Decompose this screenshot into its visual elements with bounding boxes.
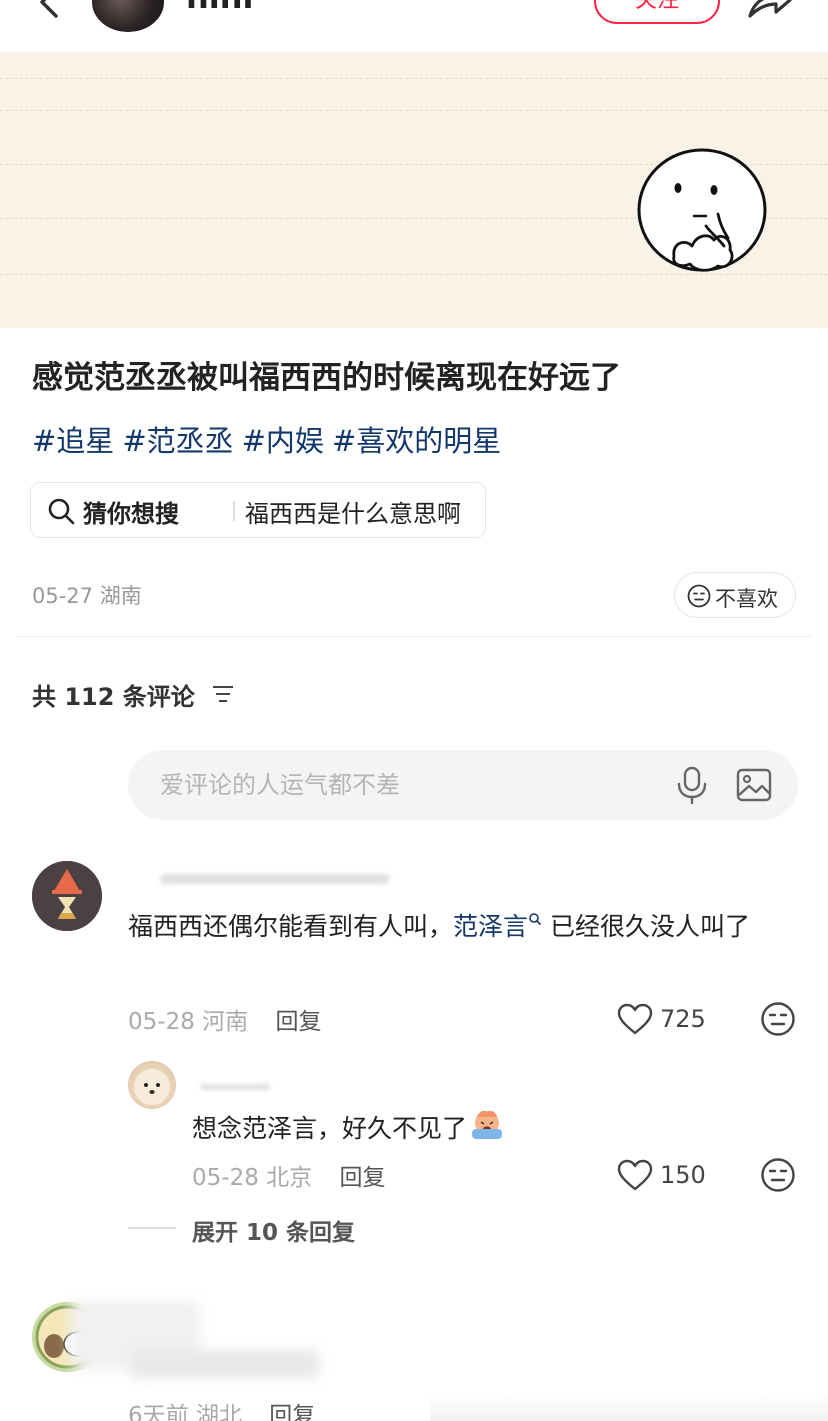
commenter-name-obscured: [160, 874, 390, 884]
dislike-label: 不喜欢: [715, 587, 778, 611]
post-image[interactable]: [0, 52, 828, 328]
hourglass-avatar-image: [32, 861, 102, 931]
comment-meta: 6天前 湖北 回复: [128, 1396, 315, 1421]
mention-link[interactable]: 范泽言: [453, 912, 542, 941]
tag-link[interactable]: #喜欢的明星: [332, 424, 501, 458]
search-icon: [529, 913, 542, 926]
tag-link[interactable]: #范丞丞: [122, 424, 233, 458]
comment-input-box[interactable]: [128, 750, 798, 820]
reply-button[interactable]: 回复: [275, 1009, 321, 1035]
post-tags: #追星 #范丞丞 #内娱 #喜欢的明星: [32, 418, 509, 460]
divider: [233, 501, 235, 521]
search-suggestion[interactable]: 猜你想搜 福西西是什么意思啊: [30, 482, 486, 538]
search-icon: [48, 498, 75, 525]
chevron-left-icon[interactable]: [28, 0, 68, 26]
sort-icon[interactable]: [212, 684, 234, 704]
author-avatar[interactable]: [92, 0, 164, 32]
reply-meta: 05-28 北京 回复: [192, 1158, 385, 1192]
replier-avatar[interactable]: [128, 1061, 176, 1109]
reply-button[interactable]: 回复: [269, 1403, 315, 1421]
meh-face-icon: [687, 584, 711, 608]
meh-face-icon[interactable]: [760, 1157, 796, 1193]
follow-button[interactable]: 关注: [594, 0, 720, 24]
heart-icon[interactable]: [617, 1159, 653, 1191]
expand-replies-button[interactable]: 展开 10 条回复: [192, 1213, 355, 1247]
post-location: 湖南: [99, 584, 142, 608]
comment-count: 共 112 条评论: [32, 683, 195, 711]
section-divider: [16, 636, 812, 637]
tag-link[interactable]: #内娱: [242, 424, 324, 458]
thinking-face-doodle: [637, 148, 767, 272]
comment-date: 05-28: [128, 1009, 195, 1035]
puppy-avatar-image: [134, 1069, 170, 1105]
reply-date: 05-28: [192, 1165, 259, 1191]
replier-name-obscured: [200, 1084, 270, 1090]
microphone-icon[interactable]: [674, 766, 710, 804]
author-name[interactable]: nini: [186, 0, 254, 16]
meh-face-icon[interactable]: [760, 1001, 796, 1037]
commenter-avatar[interactable]: [32, 861, 102, 931]
suggest-label: 猜你想搜: [83, 500, 179, 528]
comment-location: 湖北: [195, 1403, 242, 1421]
post-title: 感觉范丞丞被叫福西西的时候离现在好远了: [32, 360, 621, 396]
bottom-bar-fade: [430, 1392, 828, 1421]
top-bar: nini 关注: [0, 0, 828, 52]
comment-meta: 05-28 河南 回复: [128, 1002, 321, 1036]
reply-text: 想念范泽言，好久不见了: [192, 1107, 505, 1150]
reply-location: 北京: [266, 1165, 313, 1191]
tag-link[interactable]: #追星: [32, 424, 114, 458]
obscured-comment-text: [130, 1350, 320, 1378]
suggest-query: 福西西是什么意思啊: [245, 500, 461, 528]
like-count: 725: [660, 1005, 706, 1033]
comment-date: 6天前: [128, 1403, 189, 1421]
image-icon[interactable]: [736, 768, 772, 802]
share-icon[interactable]: [744, 0, 792, 20]
expand-divider: [128, 1227, 176, 1229]
post-date: 05-27: [32, 584, 94, 608]
comment-location: 河南: [202, 1009, 249, 1035]
like-count: 150: [660, 1161, 706, 1189]
heart-icon[interactable]: [617, 1003, 653, 1035]
post-meta: 05-27 湖南: [32, 580, 142, 610]
crying-emoji-icon: [472, 1110, 503, 1139]
comment-input[interactable]: [160, 764, 640, 806]
comment-text: 福西西还偶尔能看到有人叫，范泽言 已经很久没人叫了: [128, 912, 750, 941]
reply-button[interactable]: 回复: [339, 1165, 385, 1191]
dislike-button[interactable]: 不喜欢: [674, 572, 796, 618]
